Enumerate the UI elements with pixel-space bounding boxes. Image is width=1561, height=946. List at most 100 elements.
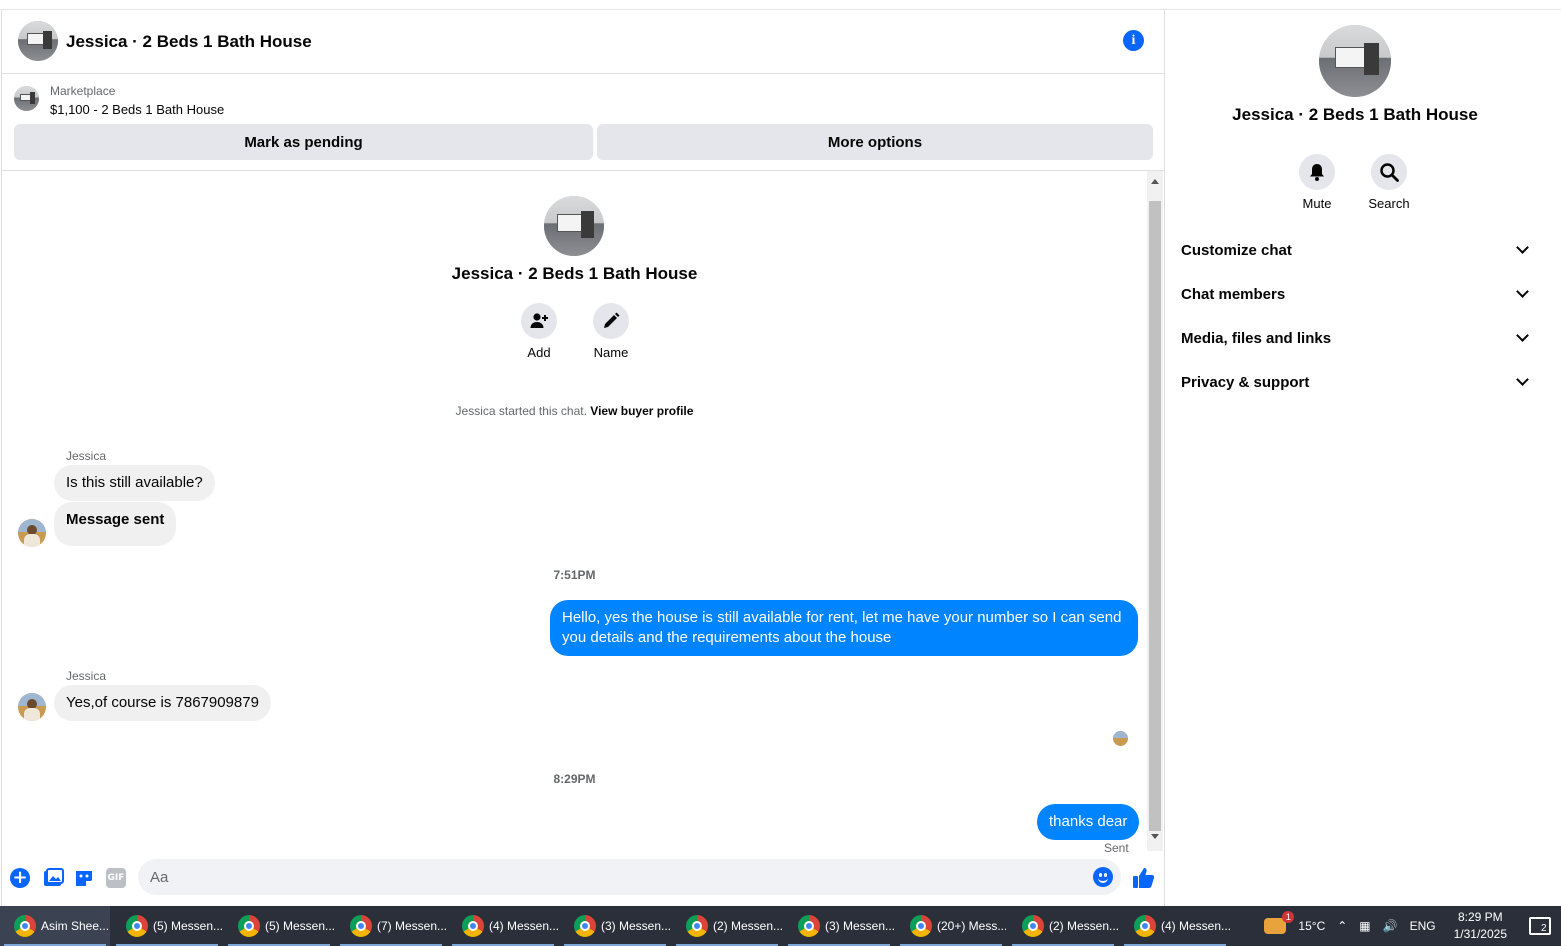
notification-center-icon[interactable]: 2 — [1529, 917, 1551, 935]
bell-icon — [1299, 154, 1335, 190]
scroll-thumb[interactable] — [1149, 201, 1161, 831]
message-input[interactable] — [150, 859, 1070, 895]
chevron-down-icon — [1516, 285, 1529, 298]
chrome-icon — [462, 915, 484, 937]
add-person-icon — [521, 303, 557, 339]
scroll-down-arrow-icon[interactable] — [1151, 834, 1159, 839]
page-scrollbar[interactable] — [1545, 10, 1561, 906]
jessica-avatar[interactable] — [18, 693, 46, 721]
taskbar-app[interactable]: (3) Messen... — [560, 906, 670, 946]
marketplace-label: Marketplace — [50, 84, 116, 98]
chat-pane: Jessica · 2 Beds 1 Bath House i Marketpl… — [1, 10, 1165, 906]
plus-icon[interactable]: + — [10, 868, 30, 888]
clock-time: 8:29 PM — [1457, 910, 1503, 924]
marketplace-banner: Marketplace $1,100 - 2 Beds 1 Bath House… — [2, 74, 1164, 171]
scroll-up-arrow-icon[interactable] — [1151, 179, 1159, 184]
search-icon — [1371, 154, 1407, 190]
message-scrollbar[interactable] — [1147, 171, 1163, 851]
message-bubble-outgoing[interactable]: thanks dear — [1037, 804, 1140, 840]
taskbar-app[interactable]: (4) Messen... — [1120, 906, 1230, 946]
panel-title: Jessica · 2 Beds 1 Bath House — [1232, 105, 1478, 124]
jessica-avatar[interactable] — [18, 519, 46, 547]
weather-icon[interactable]: 1 — [1264, 911, 1295, 934]
chevron-up-icon[interactable]: ⌃ — [1337, 919, 1347, 933]
clock-date: 1/31/2025 — [1453, 927, 1507, 941]
browser-top-strip — [0, 0, 1561, 10]
taskbar-app[interactable]: (5) Messen... — [112, 906, 222, 946]
notification-count: 2 — [1541, 923, 1547, 934]
clock[interactable]: 8:29 PM 1/31/2025 — [1454, 909, 1507, 943]
taskbar-app[interactable]: (7) Messen... — [336, 906, 446, 946]
message-composer: + GIF — [2, 851, 1164, 906]
mark-as-pending-button[interactable]: Mark as pending — [14, 124, 593, 160]
language-indicator[interactable]: ENG — [1410, 919, 1436, 933]
system-tray: 1 15°C ⌃ ▦ 🔊 ENG 8:29 PM 1/31/2025 2 — [1258, 906, 1561, 946]
add-people-button[interactable]: Add — [503, 303, 575, 360]
message-bubble-outgoing[interactable]: Hello, yes the house is still available … — [550, 600, 1138, 656]
chat-title[interactable]: Jessica · 2 Beds 1 Bath House — [66, 32, 312, 52]
volume-icon[interactable]: 🔊 — [1383, 919, 1398, 933]
chat-members-section[interactable]: Chat members — [1181, 274, 1531, 314]
emoji-icon[interactable] — [1093, 867, 1113, 887]
media-files-links-section[interactable]: Media, files and links — [1181, 318, 1531, 358]
taskbar-app[interactable]: (2) Messen... — [672, 906, 782, 946]
chevron-down-icon — [1516, 329, 1529, 342]
message-bubble-incoming[interactable]: Yes,of course is 7867909879 — [54, 685, 271, 721]
messenger-app: Jessica · 2 Beds 1 Bath House i Marketpl… — [0, 0, 1561, 906]
temperature[interactable]: 15°C — [1298, 919, 1325, 933]
chrome-icon — [910, 915, 932, 937]
sticker-icon[interactable] — [74, 868, 94, 888]
view-buyer-profile-link[interactable]: View buyer profile — [590, 404, 693, 418]
message-input-wrapper[interactable] — [138, 859, 1121, 895]
message-timestamp: 8:29PM — [553, 772, 596, 786]
network-icon[interactable]: ▦ — [1359, 919, 1370, 933]
listing-thumbnail[interactable] — [14, 86, 39, 111]
thumbs-up-icon[interactable] — [1131, 866, 1155, 890]
weather-badge: 1 — [1282, 911, 1295, 923]
sender-name: Jessica — [66, 449, 107, 463]
mute-button[interactable]: Mute — [1287, 154, 1347, 211]
chevron-down-icon — [1516, 373, 1529, 386]
privacy-support-section[interactable]: Privacy & support — [1181, 362, 1531, 402]
taskbar-app[interactable]: (2) Messen... — [1008, 906, 1118, 946]
chrome-icon — [686, 915, 708, 937]
chrome-icon — [238, 915, 260, 937]
sender-name: Jessica — [66, 669, 107, 683]
message-list[interactable]: Jessica · 2 Beds 1 Bath House Add Name J… — [2, 171, 1147, 855]
more-options-button[interactable]: More options — [597, 124, 1153, 160]
taskbar-app[interactable]: (5) Messen... — [224, 906, 334, 946]
chat-header: Jessica · 2 Beds 1 Bath House i — [2, 10, 1164, 74]
photo-icon[interactable] — [42, 868, 64, 888]
chrome-icon — [574, 915, 596, 937]
info-icon[interactable]: i — [1123, 30, 1144, 51]
chrome-icon — [126, 915, 148, 937]
taskbar-app[interactable]: (20+) Mess... — [896, 906, 1006, 946]
chat-started-notice: Jessica started this chat. View buyer pr… — [455, 404, 694, 418]
panel-avatar[interactable] — [1319, 25, 1391, 97]
message-timestamp: 7:51PM — [553, 568, 596, 582]
chrome-icon — [1022, 915, 1044, 937]
chrome-icon — [798, 915, 820, 937]
listing-title[interactable]: $1,100 - 2 Beds 1 Bath House — [50, 102, 224, 117]
chevron-down-icon — [1516, 241, 1529, 254]
gif-icon[interactable]: GIF — [106, 868, 126, 888]
name-chat-button[interactable]: Name — [575, 303, 647, 360]
add-label: Add — [527, 345, 551, 360]
conversation-title: Jessica · 2 Beds 1 Bath House — [451, 264, 698, 283]
search-button[interactable]: Search — [1359, 154, 1419, 211]
chrome-icon — [14, 915, 36, 937]
pencil-icon — [593, 303, 629, 339]
message-bubble-incoming[interactable]: Message sent — [54, 502, 177, 546]
chrome-icon — [1134, 915, 1156, 937]
customize-chat-section[interactable]: Customize chat — [1181, 230, 1531, 270]
taskbar-app[interactable]: Asim Shee... — [0, 906, 110, 946]
seen-receipt-avatar — [1113, 731, 1128, 746]
search-label: Search — [1368, 196, 1410, 211]
windows-taskbar: Asim Shee... (5) Messen... (5) Messen...… — [0, 906, 1561, 946]
chrome-icon — [350, 915, 372, 937]
taskbar-app[interactable]: (4) Messen... — [448, 906, 558, 946]
chat-avatar[interactable] — [18, 21, 58, 61]
message-bubble-incoming[interactable]: Is this still available? — [54, 465, 215, 501]
name-label: Name — [593, 345, 629, 360]
taskbar-app[interactable]: (3) Messen... — [784, 906, 894, 946]
